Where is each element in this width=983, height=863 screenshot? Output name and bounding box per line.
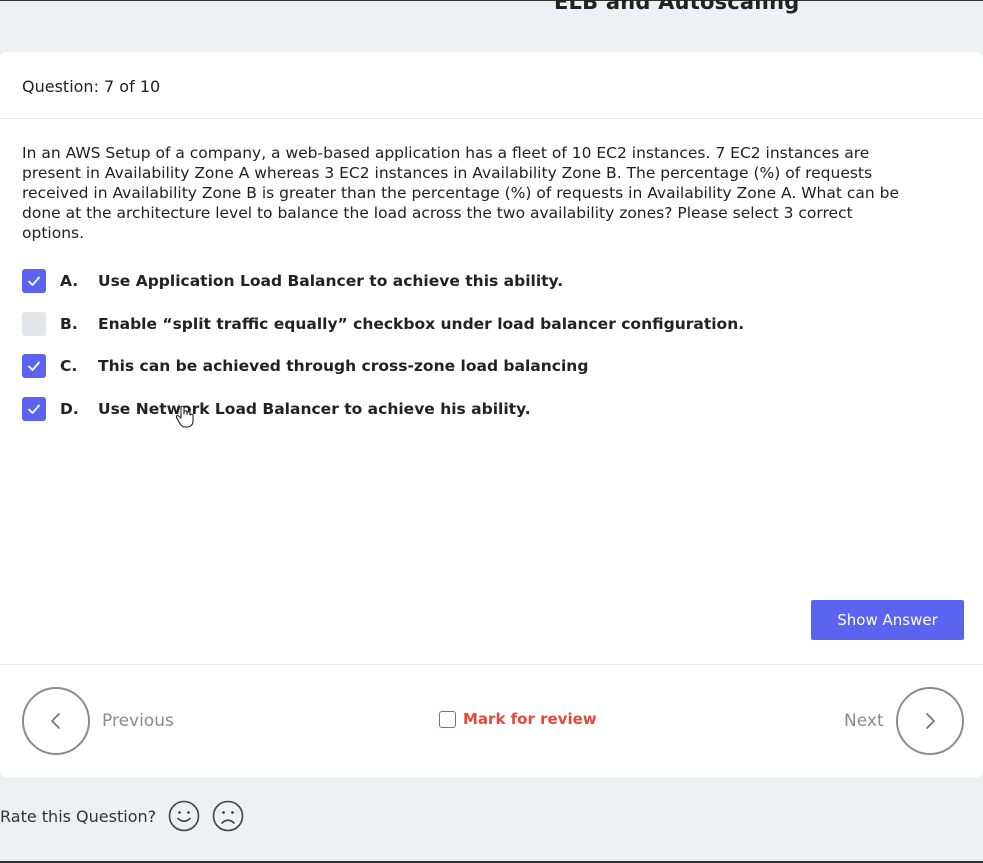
option-a-letter: A. [60, 272, 79, 290]
question-counter: Question: 7 of 10 [22, 77, 161, 96]
top-border [0, 0, 983, 1]
smile-icon [168, 800, 200, 832]
next-label[interactable]: Next [844, 711, 884, 731]
check-icon [28, 276, 40, 286]
previous-button[interactable] [22, 687, 90, 755]
option-d-checkbox[interactable] [22, 397, 46, 421]
check-icon [28, 404, 40, 414]
mark-for-review-label[interactable]: Mark for review [463, 710, 597, 728]
option-c-letter: C. [60, 357, 78, 375]
option-c-checkbox[interactable] [22, 354, 46, 378]
option-c-text: This can be achieved through cross-zone … [98, 357, 589, 375]
option-c[interactable]: C. This can be achieved through cross-zo… [22, 354, 588, 378]
option-d-letter: D. [60, 400, 79, 418]
show-answer-button[interactable]: Show Answer [811, 600, 964, 640]
option-b-letter: B. [60, 315, 78, 333]
next-button[interactable] [896, 687, 964, 755]
chevron-right-icon [926, 713, 935, 729]
rating-label: Rate this Question? [0, 806, 157, 826]
frown-icon [212, 800, 244, 832]
mark-for-review-checkbox[interactable] [439, 710, 456, 728]
rating-section: Rate this Question? [0, 800, 244, 832]
question-text: In an AWS Setup of a company, a web-base… [22, 144, 900, 242]
chevron-left-icon [51, 713, 60, 729]
option-d-text: Use Network Load Balancer to achieve his… [98, 400, 531, 418]
divider [0, 118, 983, 119]
option-b[interactable]: B. Enable “split traffic equally” checkb… [22, 312, 744, 336]
check-icon [28, 361, 40, 371]
option-b-checkbox[interactable] [22, 312, 46, 336]
option-a-checkbox[interactable] [22, 269, 46, 293]
mark-for-review[interactable]: Mark for review [439, 710, 597, 728]
option-a[interactable]: A. Use Application Load Balancer to achi… [22, 269, 563, 293]
option-b-text: Enable “split traffic equally” checkbox … [98, 315, 745, 333]
option-a-text: Use Application Load Balancer to achieve… [98, 272, 564, 290]
hand-cursor-icon [175, 405, 194, 428]
rate-negative-button[interactable] [212, 800, 244, 832]
rate-positive-button[interactable] [168, 800, 200, 832]
divider [0, 664, 983, 665]
option-d[interactable]: D. Use Network Load Balancer to achieve … [22, 397, 531, 421]
previous-label[interactable]: Previous [102, 711, 174, 731]
question-card: Question: 7 of 10 In an AWS Setup of a c… [0, 52, 983, 777]
page-title: ELB and Autoscaling [554, 0, 800, 14]
